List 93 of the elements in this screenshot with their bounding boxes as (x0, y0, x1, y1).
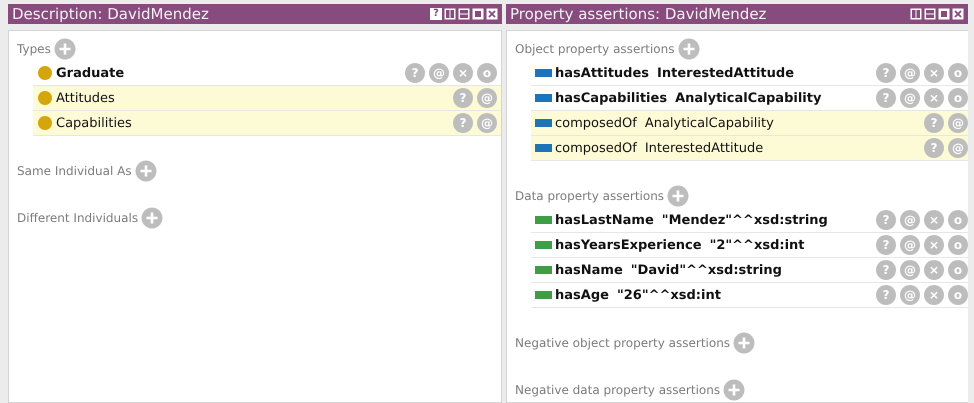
edit-button[interactable]: o (477, 63, 497, 83)
explain-button[interactable]: ? (924, 138, 944, 158)
section-title: Negative object property assertions (515, 336, 730, 350)
entity-name: Capabilities (56, 116, 132, 130)
panel-title: Property assertions: DavidMendez (510, 5, 766, 23)
section-title: Object property assertions (515, 42, 674, 56)
delete-button[interactable]: × (924, 88, 944, 108)
explain-button[interactable]: ? (876, 63, 896, 83)
property-icon (535, 144, 552, 152)
split-vertical-icon[interactable] (910, 8, 922, 20)
edit-button[interactable]: o (948, 63, 968, 83)
list-item[interactable]: hasYearsExperience "2"^^xsd:int ? @ × o (531, 233, 968, 258)
list-item[interactable]: hasAge "26"^^xsd:int ? @ × o (531, 283, 968, 308)
section-title: Different Individuals (17, 211, 138, 225)
entity-value: "2"^^xsd:int (710, 238, 805, 252)
delete-button[interactable]: × (924, 260, 944, 280)
section-title: Same Individual As (17, 164, 132, 178)
property-icon (535, 216, 552, 224)
annotate-button[interactable]: @ (429, 63, 449, 83)
explain-button[interactable]: ? (876, 285, 896, 305)
property-icon (535, 291, 552, 299)
annotate-button[interactable]: @ (948, 113, 968, 133)
annotate-button[interactable]: @ (900, 210, 920, 230)
delete-button[interactable]: × (924, 285, 944, 305)
annotate-button[interactable]: @ (900, 63, 920, 83)
annotate-button[interactable]: @ (900, 88, 920, 108)
explain-button[interactable]: ? (876, 88, 896, 108)
list-item[interactable]: Capabilities ? @ (33, 111, 501, 136)
explain-button[interactable]: ? (405, 63, 425, 83)
close-icon[interactable] (486, 8, 498, 20)
panel-title: Description: DavidMendez (12, 5, 209, 23)
edit-button[interactable]: o (948, 260, 968, 280)
entity-value: "Mendez"^^xsd:string (662, 212, 828, 228)
annotate-button[interactable]: @ (900, 235, 920, 255)
edit-button[interactable]: o (948, 285, 968, 305)
entity-name: Attitudes (56, 90, 115, 106)
split-vertical-icon[interactable] (444, 8, 456, 20)
property-icon (535, 119, 552, 127)
entity-name: hasCapabilities (555, 90, 668, 106)
list-item[interactable]: hasAttitudes InterestedAttitude ? @ × o (531, 61, 968, 86)
edit-button[interactable]: o (948, 210, 968, 230)
entity-value: "26"^^xsd:int (616, 288, 721, 302)
entity-value: InterestedAttitude (644, 140, 764, 156)
entity-value: AnalyticalCapability (644, 116, 774, 130)
property-icon (535, 94, 552, 102)
section-title: Data property assertions (515, 189, 664, 203)
explain-button[interactable]: ? (876, 235, 896, 255)
entity-name: hasAge (555, 288, 609, 302)
property-icon (535, 69, 552, 77)
delete-button[interactable]: × (453, 63, 473, 83)
annotate-button[interactable]: @ (900, 260, 920, 280)
list-item[interactable]: composedOf AnalyticalCapability ? @ (531, 111, 968, 136)
section-title: Types (17, 42, 51, 56)
edit-button[interactable]: o (948, 88, 968, 108)
entity-name: hasName (555, 262, 623, 278)
entity-name: Graduate (56, 66, 124, 80)
list-item[interactable]: Attitudes ? @ (33, 86, 501, 111)
list-item[interactable]: hasName "David"^^xsd:string ? @ × o (531, 258, 968, 283)
entity-name: composedOf (555, 116, 637, 130)
explain-button[interactable]: ? (453, 113, 473, 133)
delete-button[interactable]: × (924, 63, 944, 83)
maximize-icon[interactable] (472, 8, 484, 20)
help-button[interactable]: ? (430, 8, 442, 20)
explain-button[interactable]: ? (876, 210, 896, 230)
explain-button[interactable]: ? (876, 260, 896, 280)
split-horizontal-icon[interactable] (458, 8, 470, 20)
list-item[interactable]: composedOf InterestedAttitude ? @ (531, 136, 968, 161)
entity-value: AnalyticalCapability (675, 90, 822, 106)
edit-button[interactable]: o (948, 235, 968, 255)
list-item[interactable]: hasLastName "Mendez"^^xsd:string ? @ × o (531, 208, 968, 233)
delete-button[interactable]: × (924, 210, 944, 230)
explain-button[interactable]: ? (453, 88, 473, 108)
entity-name: hasAttitudes (555, 66, 650, 80)
split-horizontal-icon[interactable] (924, 8, 936, 20)
annotate-button[interactable]: @ (948, 138, 968, 158)
class-icon (37, 115, 53, 131)
entity-name: hasLastName (555, 212, 654, 228)
entity-value: "David"^^xsd:string (630, 262, 782, 278)
entity-name: composedOf (555, 140, 637, 156)
section-title: Negative data property assertions (515, 383, 720, 397)
close-icon[interactable] (952, 8, 964, 20)
maximize-icon[interactable] (938, 8, 950, 20)
entity-name: hasYearsExperience (555, 238, 702, 252)
explain-button[interactable]: ? (924, 113, 944, 133)
annotate-button[interactable]: @ (477, 113, 497, 133)
annotate-button[interactable]: @ (900, 285, 920, 305)
property-icon (535, 241, 552, 249)
annotate-button[interactable]: @ (477, 88, 497, 108)
property-icon (535, 266, 552, 274)
entity-value: InterestedAttitude (657, 66, 794, 80)
class-icon (37, 65, 53, 81)
delete-button[interactable]: × (924, 235, 944, 255)
class-icon (37, 90, 53, 106)
